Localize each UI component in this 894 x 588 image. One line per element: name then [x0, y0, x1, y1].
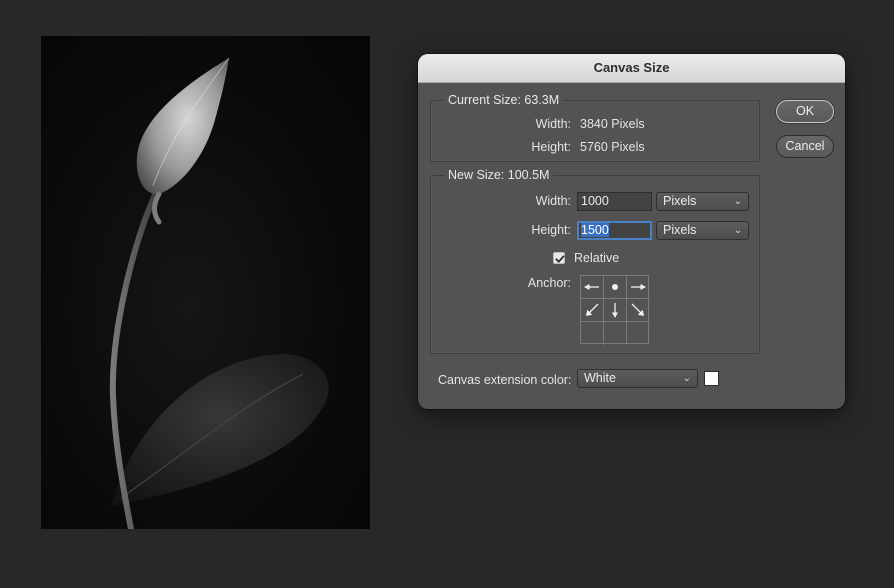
arrow-left-icon	[584, 284, 599, 290]
chevron-down-icon: ⌄	[733, 196, 742, 207]
plant-photo-image	[109, 57, 329, 529]
new-width-input[interactable]: 1000	[577, 192, 652, 211]
chevron-down-icon: ⌄	[682, 373, 691, 384]
current-size-group: Current Size: 63.3M Width: 3840 Pixels H…	[430, 93, 760, 162]
height-unit-value: Pixels	[663, 223, 697, 237]
arrow-down-left-icon	[586, 303, 599, 316]
current-height-value: 5760 Pixels	[580, 140, 645, 154]
new-height-label: Height:	[531, 223, 571, 237]
anchor-label: Anchor:	[527, 276, 571, 290]
anchor-top-left[interactable]	[581, 276, 604, 299]
arrow-down-icon	[612, 303, 618, 318]
anchor-bottom-center[interactable]	[604, 322, 627, 345]
canvas-size-dialog: Canvas Size Current Size: 63.3M Width: 3…	[418, 54, 845, 409]
anchor-middle-right[interactable]	[627, 299, 650, 322]
current-width-label: Width:	[535, 117, 571, 131]
current-height-label: Height:	[531, 140, 571, 154]
new-height-value-selected: 1500	[581, 223, 609, 237]
checkmark-icon	[555, 255, 565, 263]
document-canvas-photo	[41, 36, 370, 529]
current-size-title: Current Size: 63.3M	[444, 93, 564, 108]
extension-color-select[interactable]: White ⌄	[577, 369, 698, 388]
anchor-grid	[580, 275, 650, 345]
extension-color-swatch[interactable]	[704, 371, 719, 386]
new-size-group: New Size: 100.5M Width: 1000 Pixels ⌄ He…	[430, 168, 760, 354]
dialog-title: Canvas Size	[418, 54, 845, 83]
new-size-title: New Size: 100.5M	[444, 168, 554, 183]
chevron-down-icon: ⌄	[733, 225, 742, 236]
ok-button[interactable]: OK	[776, 100, 834, 123]
height-unit-select[interactable]: Pixels ⌄	[656, 221, 749, 240]
anchor-middle-center[interactable]	[604, 299, 627, 322]
width-unit-select[interactable]: Pixels ⌄	[656, 192, 749, 211]
new-width-label: Width:	[535, 194, 571, 208]
anchor-top-center[interactable]	[604, 276, 627, 299]
relative-checkbox[interactable]	[553, 252, 565, 264]
anchor-dot-icon	[612, 284, 618, 290]
width-unit-value: Pixels	[663, 194, 697, 208]
anchor-top-right[interactable]	[627, 276, 650, 299]
anchor-bottom-right[interactable]	[627, 322, 650, 345]
anchor-bottom-left[interactable]	[581, 322, 604, 345]
extension-color-value: White	[584, 371, 616, 385]
arrow-right-icon	[631, 284, 646, 290]
anchor-middle-left[interactable]	[581, 299, 604, 322]
arrow-down-right-icon	[631, 303, 644, 316]
cancel-button[interactable]: Cancel	[776, 135, 834, 158]
current-width-value: 3840 Pixels	[580, 117, 645, 131]
relative-label[interactable]: Relative	[574, 250, 619, 266]
extension-color-label: Canvas extension color:	[438, 373, 572, 387]
new-height-input[interactable]: 1500	[577, 221, 652, 240]
